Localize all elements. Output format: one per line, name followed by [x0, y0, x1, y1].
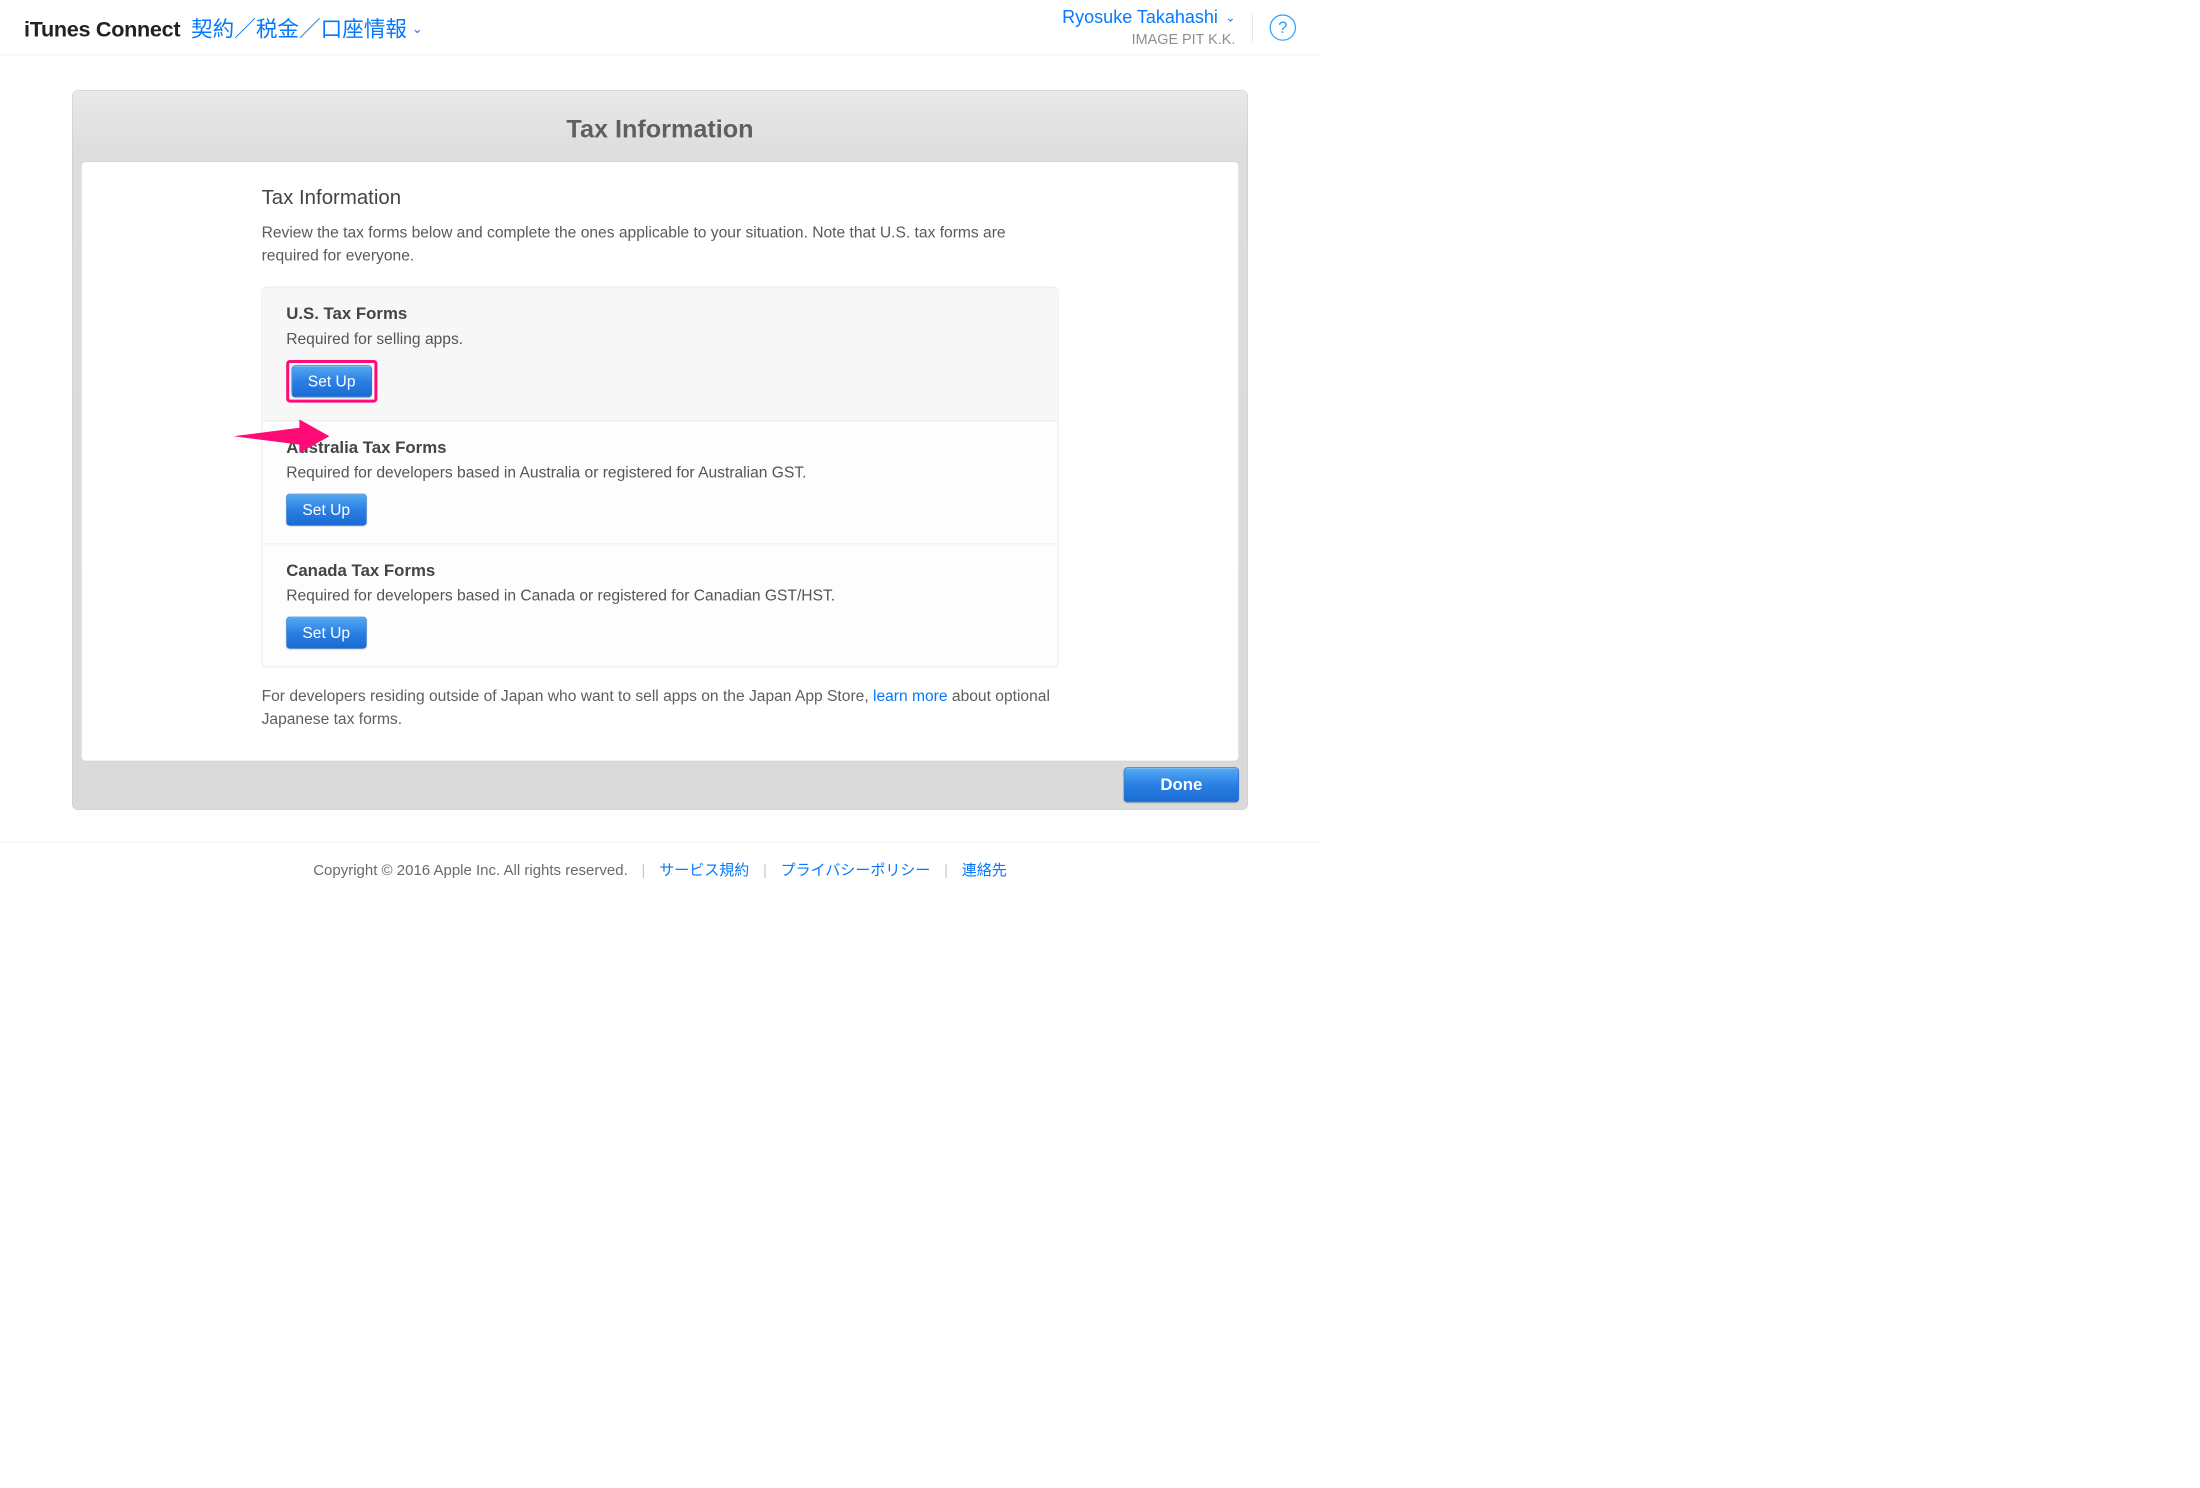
card-title: U.S. Tax Forms	[286, 304, 1034, 323]
card-title: Australia Tax Forms	[286, 438, 1034, 457]
footnote-pre: For developers residing outside of Japan…	[262, 687, 873, 705]
footer-link-privacy[interactable]: プライバシーポリシー	[781, 862, 931, 879]
help-icon[interactable]: ?	[1270, 14, 1296, 40]
card-desc: Required for developers based in Canada …	[286, 586, 1034, 605]
annotation-highlight: Set Up	[286, 360, 377, 403]
section-desc: Review the tax forms below and complete …	[262, 221, 1059, 266]
page-footer: Copyright © 2016 Apple Inc. All rights r…	[0, 842, 1320, 893]
tax-info-panel: Tax Information Tax Information Review t…	[72, 90, 1248, 810]
user-name-label: Ryosuke Takahashi	[1062, 7, 1218, 27]
card-title: Canada Tax Forms	[286, 561, 1034, 580]
setup-button-au[interactable]: Set Up	[286, 494, 366, 526]
tax-cards: U.S. Tax Forms Required for selling apps…	[262, 287, 1059, 667]
footer-link-tos[interactable]: サービス規約	[659, 862, 749, 879]
chevron-down-icon: ⌄	[412, 21, 423, 37]
footnote-link[interactable]: learn more	[873, 687, 948, 705]
card-au-tax: Australia Tax Forms Required for develop…	[262, 421, 1058, 544]
divider	[1252, 14, 1253, 42]
done-button[interactable]: Done	[1124, 767, 1239, 802]
divider: |	[763, 862, 767, 879]
setup-button-ca[interactable]: Set Up	[286, 617, 366, 649]
panel-heading: Tax Information	[73, 91, 1248, 162]
section-title: Tax Information	[262, 186, 1059, 209]
company-name: IMAGE PIT K.K.	[1062, 30, 1235, 49]
breadcrumb-label: 契約／税金／口座情報	[191, 12, 407, 43]
card-desc: Required for developers based in Austral…	[286, 463, 1034, 482]
divider: |	[642, 862, 646, 879]
user-menu[interactable]: Ryosuke Takahashi ⌄	[1062, 6, 1235, 29]
chevron-down-icon: ⌄	[1225, 12, 1235, 25]
divider: |	[944, 862, 948, 879]
app-title: iTunes Connect	[24, 17, 180, 42]
card-ca-tax: Canada Tax Forms Required for developers…	[262, 544, 1058, 666]
setup-button-us[interactable]: Set Up	[292, 366, 372, 398]
footer-link-contact[interactable]: 連絡先	[962, 862, 1007, 879]
card-us-tax: U.S. Tax Forms Required for selling apps…	[262, 288, 1058, 422]
footnote: For developers residing outside of Japan…	[262, 684, 1059, 731]
breadcrumb-agreements[interactable]: 契約／税金／口座情報 ⌄	[191, 12, 423, 43]
card-desc: Required for selling apps.	[286, 330, 1034, 349]
copyright: Copyright © 2016 Apple Inc. All rights r…	[313, 862, 628, 879]
